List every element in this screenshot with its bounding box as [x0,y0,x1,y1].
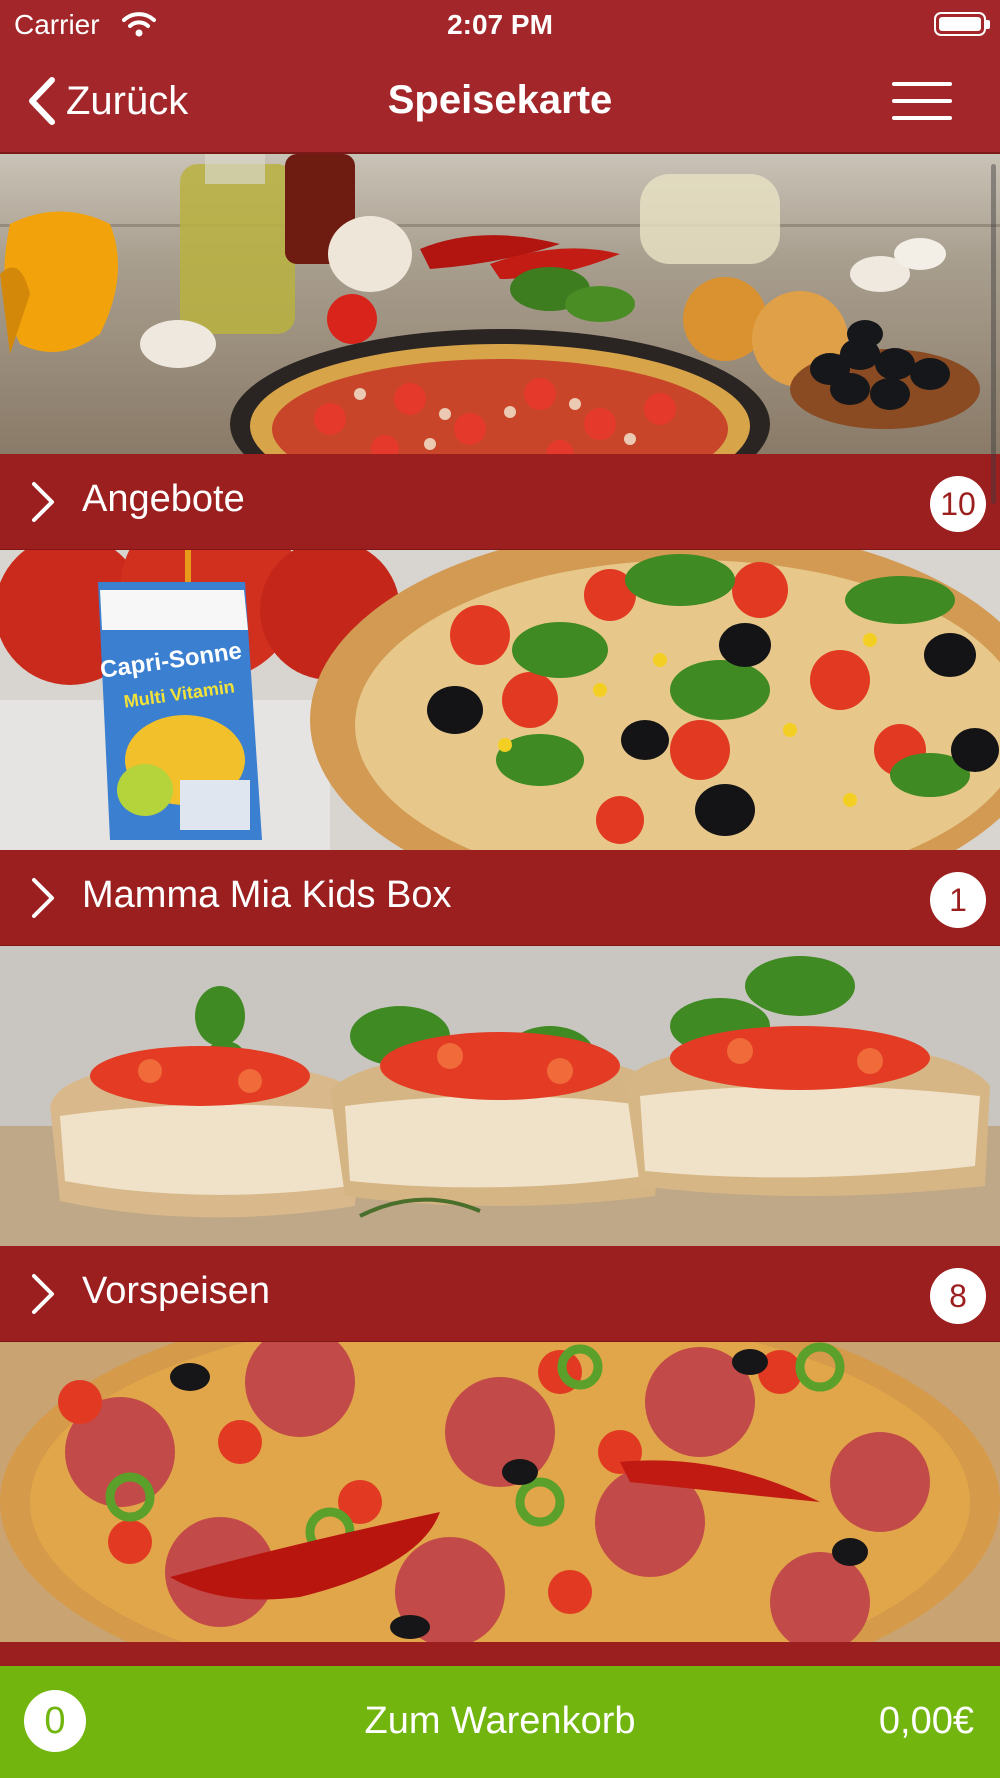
cart-button-label: Zum Warenkorb [364,1700,636,1742]
chevron-right-icon [32,878,54,918]
hamburger-menu-icon[interactable] [892,78,952,124]
category-bar-pizza[interactable] [0,1642,1000,1666]
category-item-pizza[interactable] [0,1342,1000,1666]
cart-total: 0,00€ [878,1700,974,1742]
chevron-left-icon [29,77,55,125]
chevron-right-icon [32,482,54,522]
category-image-salami-pizza [0,1342,1000,1642]
battery-icon [934,12,986,36]
clock: 2:07 PM [447,9,553,40]
category-bar-angebote[interactable]: Angebote 10 [0,454,1000,550]
item-count-badge: 10 [930,476,986,532]
status-bar: Carrier 2:07 PM [0,0,1000,52]
category-image-kids-box: Capri-Sonne Multi Vitamin [0,550,1000,850]
category-list[interactable]: Angebote 10 Capri-Sonne Multi Vitamin Ma… [0,154,1000,1666]
back-label: Zurück [66,78,189,123]
category-image-bruschetta [0,946,1000,1246]
navigation-bar: Zurück Speisekarte [0,52,1000,154]
category-item-vorspeisen[interactable]: Vorspeisen 8 [0,946,1000,1342]
category-label: Vorspeisen [82,1270,271,1312]
category-bar-kids-box[interactable]: Mamma Mia Kids Box 1 [0,850,1000,946]
category-item-kids-box[interactable]: Capri-Sonne Multi Vitamin Mamma Mia Kids… [0,550,1000,946]
chevron-right-icon [32,1274,54,1314]
category-label: Angebote [82,478,245,520]
category-bar-vorspeisen[interactable]: Vorspeisen 8 [0,1246,1000,1342]
item-count-badge: 8 [930,1268,986,1324]
battery-tip [986,20,990,29]
back-button[interactable]: Zurück [26,76,188,126]
scroll-indicator[interactable] [991,164,996,504]
category-image-pizza-table [0,154,1000,454]
category-label: Mamma Mia Kids Box [82,874,452,916]
item-count-badge: 1 [930,872,986,928]
category-item-angebote[interactable]: Angebote 10 [0,154,1000,550]
cart-bar[interactable]: 0 Zum Warenkorb 0,00€ [0,1666,1000,1778]
